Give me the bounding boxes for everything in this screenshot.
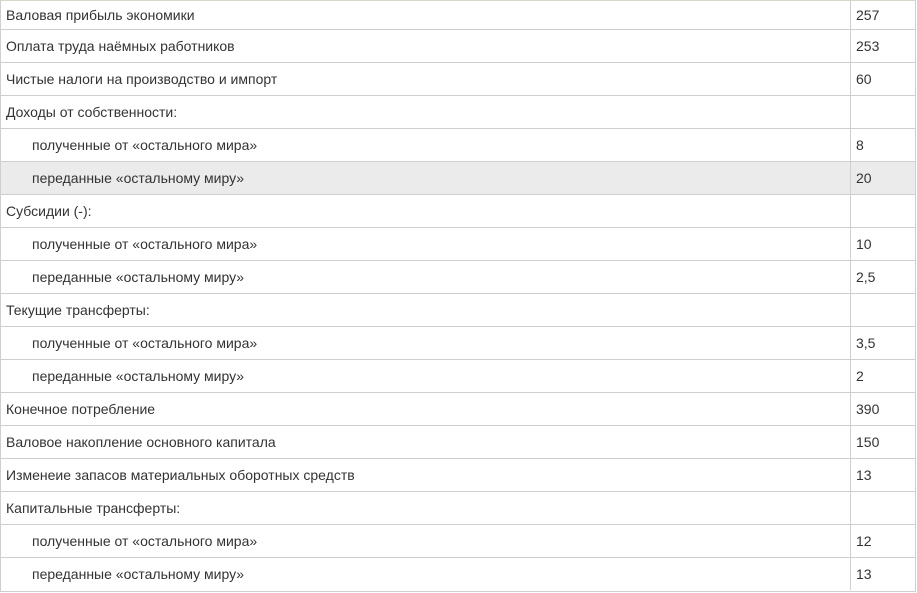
row-label: Доходы от собственности: xyxy=(1,96,851,128)
table-row: Чистые налоги на производство и импорт 60 xyxy=(1,62,915,95)
table-row: полученные от «остального мира» 8 xyxy=(1,128,915,161)
row-label: Изменеие запасов материальных оборотных … xyxy=(1,459,851,491)
row-value: 20 xyxy=(856,170,872,186)
row-value: 10 xyxy=(856,236,872,252)
row-label: Конечное потребление xyxy=(1,393,851,425)
row-label: полученные от «остального мира» xyxy=(1,525,851,557)
row-label: Субсидии (-): xyxy=(1,195,851,227)
row-value: 253 xyxy=(856,38,880,54)
table-row: переданные «остальному миру» 2 xyxy=(1,359,915,392)
row-value: 2 xyxy=(856,368,864,384)
table-row: Изменеие запасов материальных оборотных … xyxy=(1,458,915,491)
row-label: Капитальные трансферты: xyxy=(1,492,851,524)
row-value: 60 xyxy=(856,71,872,87)
table-row: Валовая прибыль экономики 257 xyxy=(1,0,915,29)
table-row: полученные от «остального мира» 12 xyxy=(1,524,915,557)
row-value: 13 xyxy=(856,467,872,483)
row-value: 2,5 xyxy=(856,269,876,285)
table-row: Конечное потребление 390 xyxy=(1,392,915,425)
row-label: полученные от «остального мира» xyxy=(1,129,851,161)
row-value: 257 xyxy=(856,7,880,23)
table-row: Валовое накопление основного капитала 150 xyxy=(1,425,915,458)
row-label: Текущие трансферты: xyxy=(1,294,851,326)
row-value xyxy=(851,492,915,524)
row-value: 12 xyxy=(856,533,872,549)
table-row: полученные от «остального мира» 10 xyxy=(1,227,915,260)
row-label: переданные «остальному миру» xyxy=(1,558,851,590)
table-row: переданные «остальному миру» 13 xyxy=(1,557,915,590)
row-label: Валовая прибыль экономики xyxy=(1,1,851,29)
table-row: Оплата труда наёмных работников 253 xyxy=(1,29,915,62)
table-row: Текущие трансферты: xyxy=(1,293,915,326)
row-value: 3,5 xyxy=(856,335,876,351)
table-row: Доходы от собственности: xyxy=(1,95,915,128)
row-label: полученные от «остального мира» xyxy=(1,228,851,260)
row-label: переданные «остальному миру» xyxy=(1,360,851,392)
table-row: Субсидии (-): xyxy=(1,194,915,227)
row-label: полученные от «остального мира» xyxy=(1,327,851,359)
row-value: 390 xyxy=(856,401,880,417)
row-label: Валовое накопление основного капитала xyxy=(1,426,851,458)
row-label: Чистые налоги на производство и импорт xyxy=(1,63,851,95)
row-label: переданные «остальному миру» xyxy=(1,162,851,194)
table-row-highlighted: переданные «остальному миру» 20 xyxy=(1,161,915,194)
row-label: Оплата труда наёмных работников xyxy=(1,30,851,62)
row-value: 13 xyxy=(856,566,872,582)
table-row: Капитальные трансферты: xyxy=(1,491,915,524)
row-label: переданные «остальному миру» xyxy=(1,261,851,293)
accounts-table: Валовая прибыль экономики 257 Оплата труд… xyxy=(0,0,916,592)
row-value xyxy=(851,195,915,227)
row-value xyxy=(851,96,915,128)
row-value xyxy=(851,294,915,326)
row-value: 8 xyxy=(856,137,864,153)
table-row: переданные «остальному миру» 2,5 xyxy=(1,260,915,293)
row-value: 150 xyxy=(856,434,880,450)
table-row: полученные от «остального мира» 3,5 xyxy=(1,326,915,359)
